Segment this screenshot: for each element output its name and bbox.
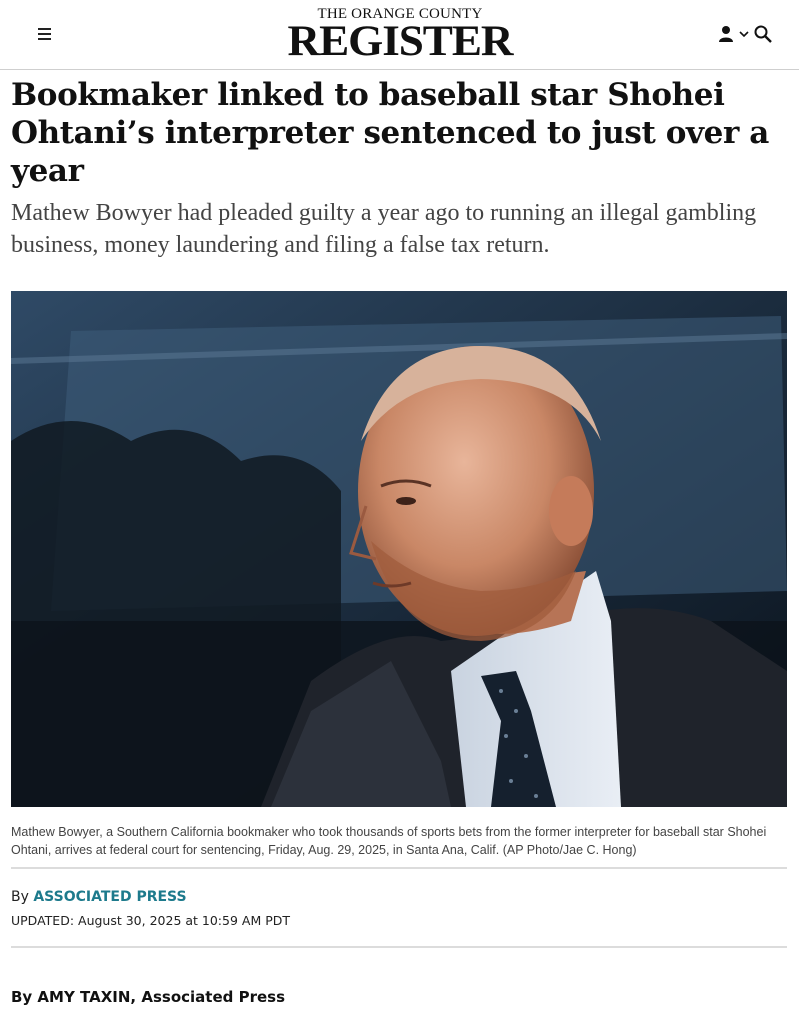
site-logo[interactable]: THE ORANGE COUNTY REGISTER: [250, 6, 550, 63]
photo-caption: Mathew Bowyer, a Southern California boo…: [11, 825, 767, 857]
divider: [11, 946, 787, 948]
user-icon[interactable]: [717, 25, 735, 43]
byline-source-link[interactable]: ASSOCIATED PRESS: [33, 889, 186, 905]
author-line: By AMY TAXIN, Associated Press: [11, 988, 285, 1006]
chevron-down-icon[interactable]: [739, 29, 749, 39]
divider: [11, 867, 787, 869]
byline-prefix: By: [11, 889, 34, 905]
menu-icon[interactable]: [34, 25, 56, 43]
updated-timestamp: UPDATED: August 30, 2025 at 10:59 AM PDT: [11, 913, 291, 928]
article-photo[interactable]: [11, 291, 787, 807]
logo-title: REGISTER: [287, 18, 514, 65]
search-icon[interactable]: [753, 24, 773, 44]
article-dek: Mathew Bowyer had pleaded guilty a year …: [11, 200, 757, 258]
user-account-menu[interactable]: [717, 22, 773, 46]
article-headline: Bookmaker linked to baseball star Shohei…: [11, 77, 769, 189]
byline: By ASSOCIATED PRESS: [11, 889, 187, 905]
site-header: THE ORANGE COUNTY REGISTER: [0, 0, 799, 70]
